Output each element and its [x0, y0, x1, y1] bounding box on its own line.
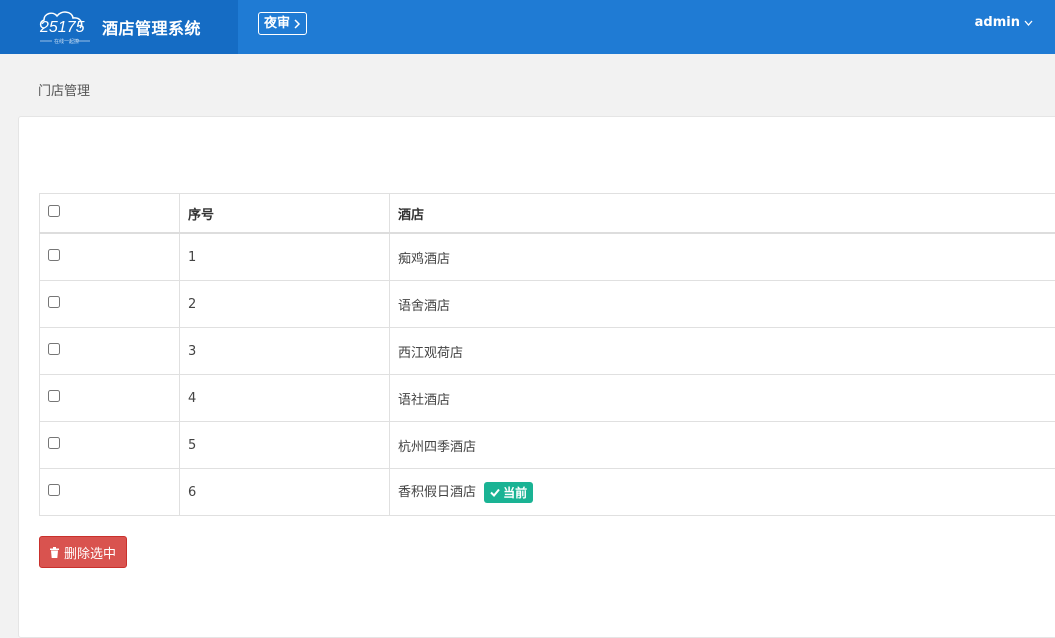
top-navbar: 25175 在线一起撩 酒店管理系统 夜审 admin: [0, 0, 1055, 54]
row-check-cell: [40, 233, 180, 281]
row-checkbox[interactable]: [48, 343, 60, 355]
select-all-cell: [40, 194, 180, 234]
table-row: 2 语舍酒店: [40, 281, 1055, 328]
current-badge-label: 当前: [503, 484, 527, 501]
row-seq: 4: [180, 375, 390, 422]
check-icon: [490, 488, 500, 497]
table-header-row: 序号 酒店: [40, 194, 1055, 234]
row-seq: 1: [180, 233, 390, 281]
row-checkbox[interactable]: [48, 437, 60, 449]
trash-icon: [50, 547, 59, 558]
row-checkbox[interactable]: [48, 296, 60, 308]
logo-icon: 25175 在线一起撩: [38, 8, 92, 46]
table-row: 6 香积假日酒店 当前: [40, 469, 1055, 516]
row-check-cell: [40, 422, 180, 469]
row-checkbox[interactable]: [48, 484, 60, 496]
logo-subtitle: 在线一起撩: [54, 38, 79, 45]
hotel-table: 序号 酒店 1 痴鸡酒店 2 语舍酒店 3 西江观荷店 4 语社酒店 5 杭州四…: [39, 193, 1055, 516]
chevron-down-icon: [1024, 20, 1033, 26]
hotel-header: 酒店: [390, 194, 1055, 234]
table-row: 4 语社酒店: [40, 375, 1055, 422]
row-seq: 5: [180, 422, 390, 469]
seq-header: 序号: [180, 194, 390, 234]
night-audit-label: 夜审: [264, 13, 290, 34]
night-audit-button[interactable]: 夜审: [258, 12, 307, 35]
row-hotel: 香积假日酒店: [398, 485, 476, 500]
logo-text: 25175: [39, 19, 85, 36]
select-all-checkbox[interactable]: [48, 205, 60, 217]
row-checkbox[interactable]: [48, 249, 60, 261]
row-seq: 6: [180, 469, 390, 516]
brand-area: 25175 在线一起撩 酒店管理系统: [0, 0, 238, 54]
row-check-cell: [40, 281, 180, 328]
row-seq: 3: [180, 328, 390, 375]
row-seq: 2: [180, 281, 390, 328]
table-row: 3 西江观荷店: [40, 328, 1055, 375]
row-hotel: 痴鸡酒店: [390, 233, 1055, 281]
user-name: admin: [975, 15, 1020, 30]
chevron-right-icon: [293, 19, 301, 29]
delete-selected-button[interactable]: 删除选中: [39, 536, 127, 568]
row-checkbox[interactable]: [48, 390, 60, 402]
row-check-cell: [40, 469, 180, 516]
row-hotel: 杭州四季酒店: [390, 422, 1055, 469]
current-badge: 当前: [484, 482, 533, 503]
breadcrumb: 门店管理: [38, 80, 90, 99]
row-hotel: 语舍酒店: [390, 281, 1055, 328]
table-row: 1 痴鸡酒店: [40, 233, 1055, 281]
row-hotel: 语社酒店: [390, 375, 1055, 422]
user-menu[interactable]: admin: [975, 15, 1033, 30]
row-check-cell: [40, 375, 180, 422]
row-hotel-cell: 香积假日酒店 当前: [390, 469, 1055, 516]
table-row: 5 杭州四季酒店: [40, 422, 1055, 469]
delete-selected-label: 删除选中: [64, 543, 116, 562]
app-title: 酒店管理系统: [102, 15, 201, 39]
row-check-cell: [40, 328, 180, 375]
row-hotel: 西江观荷店: [390, 328, 1055, 375]
